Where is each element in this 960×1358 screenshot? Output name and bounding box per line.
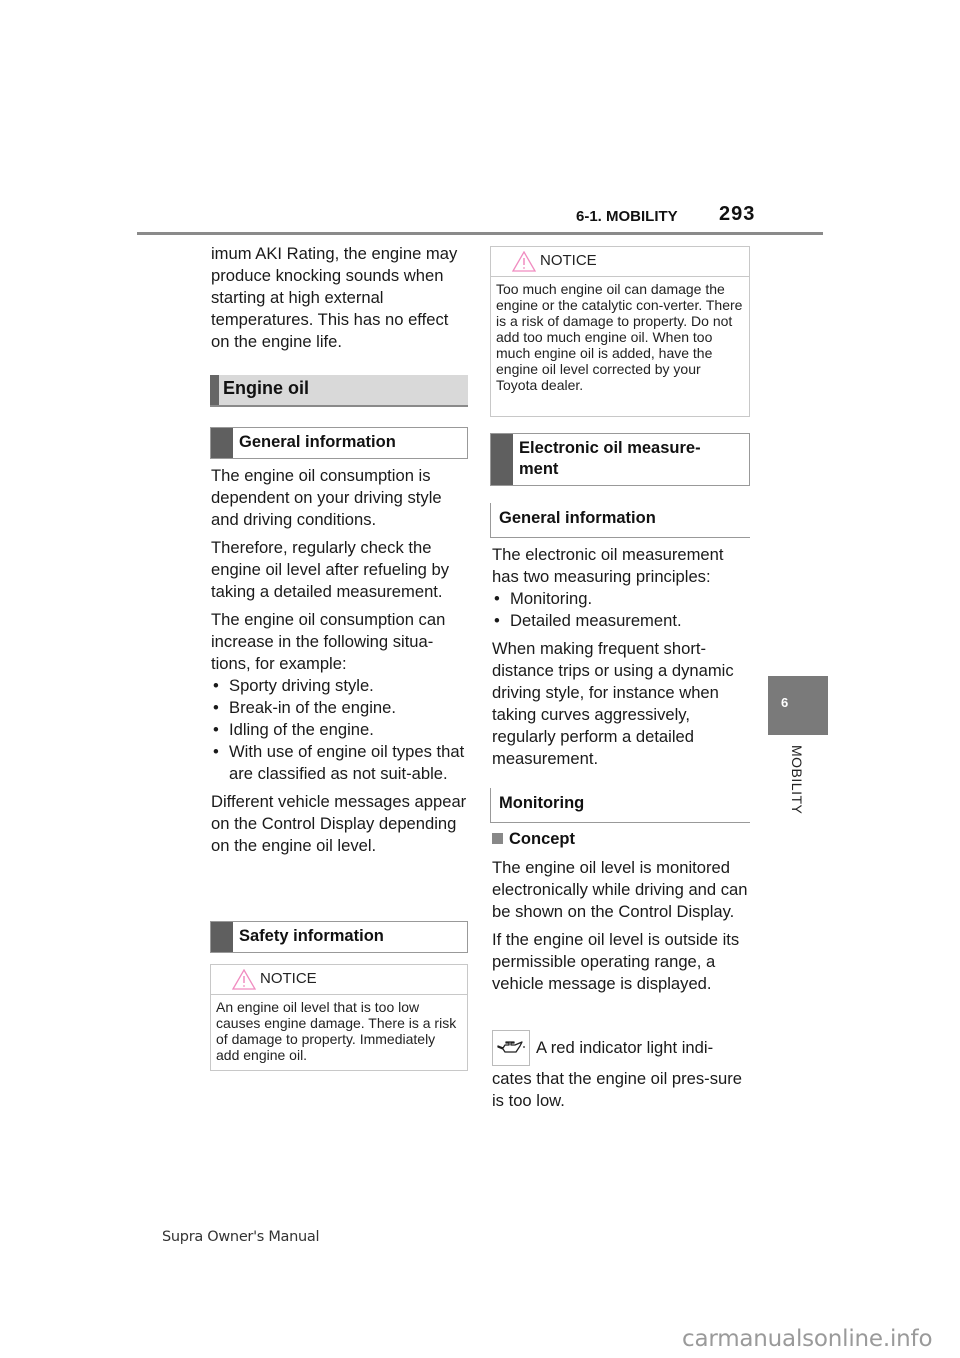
- heading-bar: [211, 922, 233, 952]
- heading-text: General information: [239, 433, 396, 451]
- notice-box-low-oil: NOTICE An engine oil level that is too l…: [210, 964, 468, 1071]
- concept-heading: Concept: [492, 830, 575, 849]
- concept-body: The engine oil level is monitored electr…: [492, 857, 752, 1001]
- left-body: The engine oil consumption is dependent …: [211, 465, 471, 863]
- intro-paragraph: imum AKI Rating, the engine may produce …: [211, 244, 458, 351]
- paragraph: The electronic oil measurement has two m…: [492, 545, 724, 586]
- general-information-subheading: General information: [490, 503, 750, 538]
- heading-bar: [491, 434, 513, 485]
- safety-information-heading: Safety information: [210, 921, 468, 953]
- notice-text: An engine oil level that is too low caus…: [216, 999, 457, 1063]
- left-intro: imum AKI Rating, the engine may produce …: [211, 243, 471, 359]
- list-item: Monitoring.: [492, 588, 752, 610]
- notice-label: NOTICE: [540, 252, 597, 269]
- right-body: The electronic oil measurement has two m…: [492, 544, 752, 776]
- monitoring-heading: Monitoring: [490, 788, 750, 823]
- notice-text: Too much engine oil can damage the engin…: [496, 281, 743, 393]
- paragraph: The engine oil consumption is dependent …: [211, 466, 442, 529]
- section-title: 6-1. MOBILITY: [576, 208, 678, 225]
- oil-pressure-indicator: [492, 1030, 530, 1066]
- list-item: Detailed measurement.: [492, 610, 752, 632]
- situations-list: Sporty driving style. Break-in of the en…: [211, 675, 471, 785]
- heading-text: Engine oil: [223, 378, 310, 398]
- electronic-oil-measurement-heading: Electronic oil measure-ment: [490, 433, 750, 486]
- paragraph: The engine oil level is monitored electr…: [492, 858, 748, 921]
- warning-triangle-icon: [232, 969, 256, 990]
- manual-title: Supra Owner's Manual: [162, 1229, 320, 1245]
- list-item: With use of engine oil types that are cl…: [211, 741, 471, 785]
- principles-list: Monitoring. Detailed measurement.: [492, 588, 752, 632]
- header-divider: [137, 232, 823, 235]
- page-number: 293: [719, 203, 756, 225]
- paragraph: Therefore, regularly check the engine oi…: [211, 538, 449, 601]
- list-item: Break-in of the engine.: [211, 697, 471, 719]
- notice-header: NOTICE: [491, 247, 749, 277]
- heading-bar: [211, 428, 233, 458]
- indicator-text-rest: cates that the engine oil pres-sure is t…: [492, 1069, 742, 1110]
- indicator-text-first: A red indicator light indi-: [536, 1038, 714, 1057]
- list-item: Idling of the engine.: [211, 719, 471, 741]
- paragraph: When making frequent short-distance trip…: [492, 639, 734, 768]
- chapter-number: 6: [781, 695, 789, 710]
- paragraph: The engine oil consumption can increase …: [211, 610, 446, 673]
- heading-text: General information: [499, 509, 656, 527]
- engine-oil-heading: Engine oil: [210, 375, 468, 407]
- warning-triangle-icon: [512, 251, 536, 272]
- heading-bar: [210, 375, 219, 405]
- notice-box-too-much-oil: NOTICE Too much engine oil can damage th…: [490, 246, 750, 417]
- paragraph: Different vehicle messages appear on the…: [211, 792, 467, 855]
- chapter-label: MOBILITY: [789, 745, 805, 815]
- general-information-heading: General information: [210, 427, 468, 459]
- heading-text: Monitoring: [499, 794, 585, 812]
- paragraph: If the engine oil level is outside its p…: [492, 930, 740, 993]
- heading-text: Electronic oil measure-ment: [519, 439, 701, 478]
- notice-label: NOTICE: [260, 970, 317, 987]
- chapter-tab: [768, 676, 828, 735]
- concept-text: Concept: [509, 830, 575, 848]
- heading-text: Safety information: [239, 927, 384, 945]
- list-item: Sporty driving style.: [211, 675, 471, 697]
- oil-can-icon: [497, 1041, 525, 1053]
- notice-header: NOTICE: [211, 965, 467, 995]
- watermark: carmanualsonline.info: [682, 1326, 933, 1352]
- square-bullet-icon: [492, 833, 503, 844]
